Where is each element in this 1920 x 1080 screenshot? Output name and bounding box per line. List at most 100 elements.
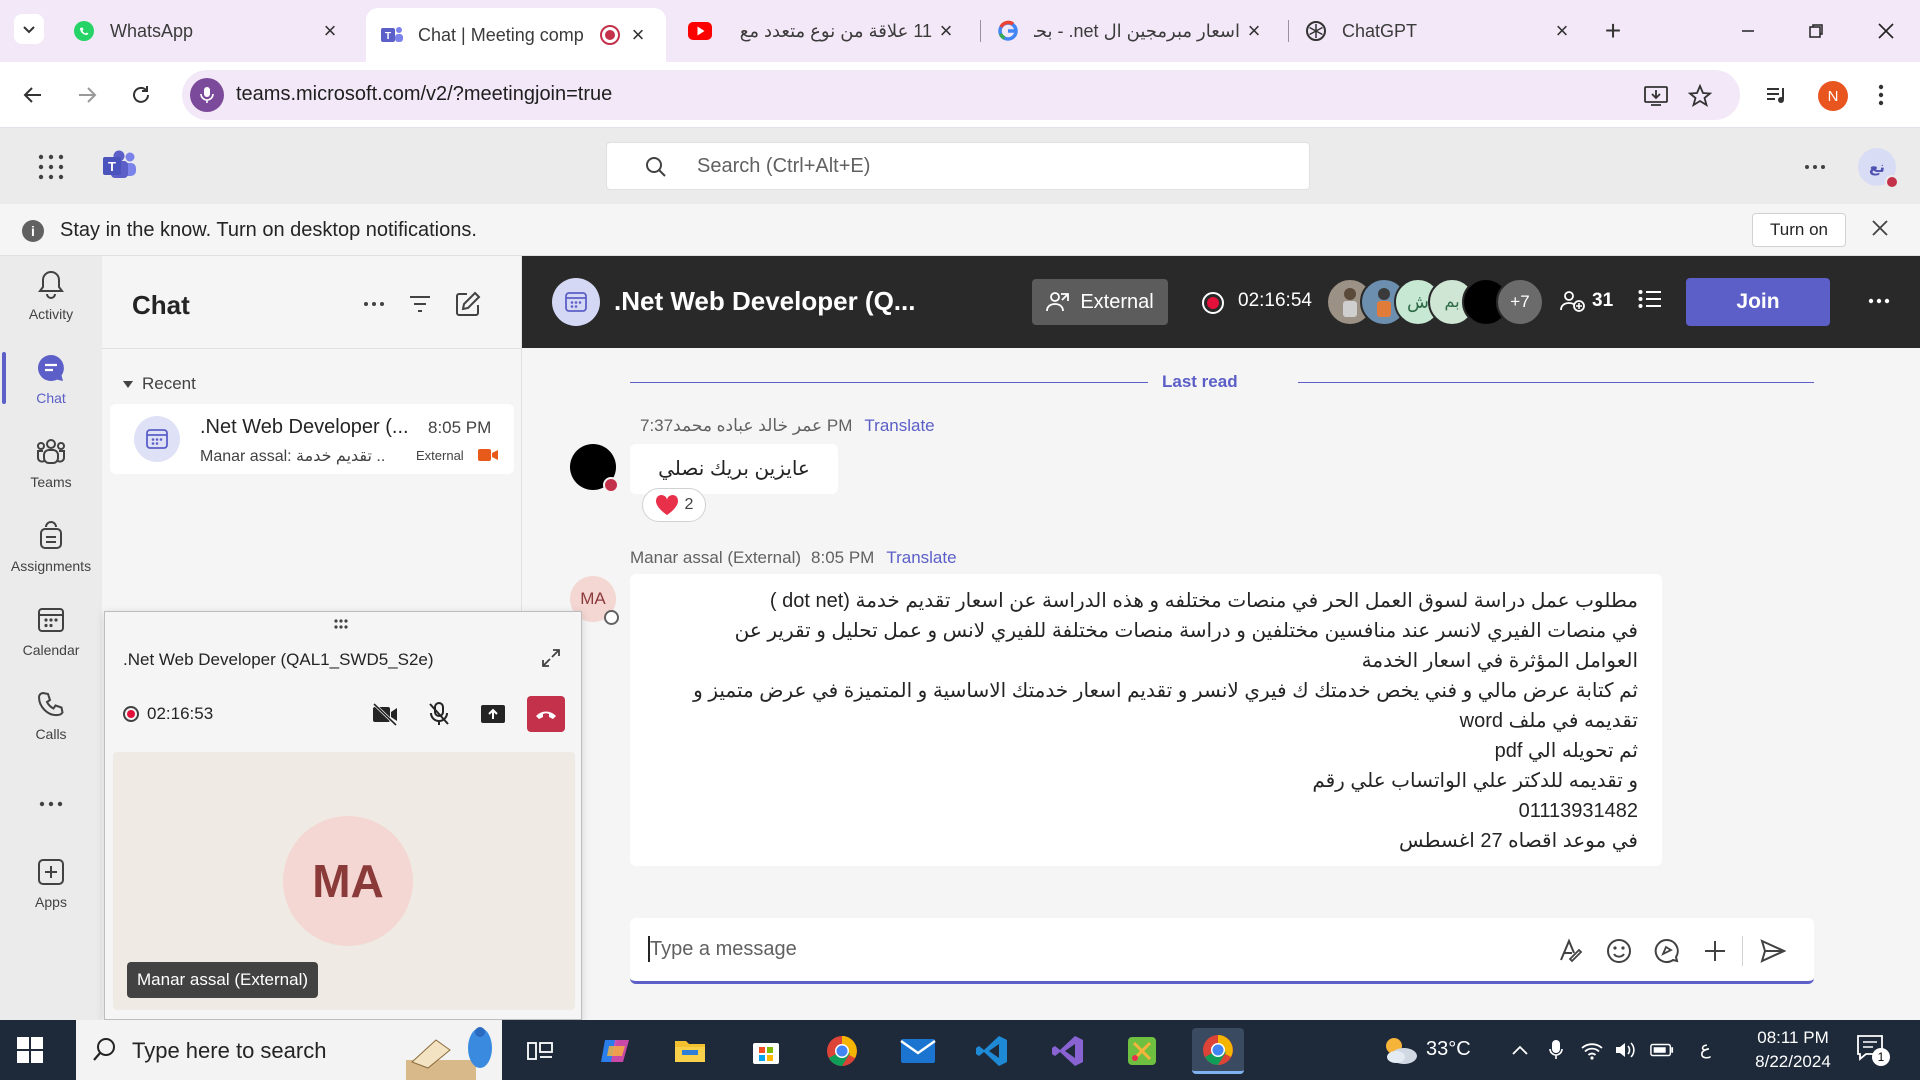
weather-icon[interactable] xyxy=(1380,1034,1420,1066)
tab-whatsapp[interactable]: WhatsApp × xyxy=(58,10,358,52)
loop-button[interactable] xyxy=(1652,936,1682,966)
notification-count-badge: 1 xyxy=(1872,1048,1890,1066)
temperature[interactable]: 33°C xyxy=(1426,1038,1471,1061)
translate-link[interactable]: Translate xyxy=(886,548,956,567)
mic-muted-button[interactable] xyxy=(421,696,457,732)
filter-button[interactable] xyxy=(404,288,436,320)
battery-icon[interactable] xyxy=(1650,1038,1674,1062)
section-label: Recent xyxy=(142,374,196,393)
external-participants-button[interactable]: External xyxy=(1032,279,1168,325)
start-button[interactable] xyxy=(16,1036,44,1064)
restore-button[interactable] xyxy=(1796,14,1836,48)
rail-item-calendar[interactable]: Calendar xyxy=(0,592,102,668)
taskbar-chrome-active[interactable] xyxy=(1192,1028,1244,1074)
attach-button[interactable] xyxy=(1700,936,1730,966)
chat-more-options-button[interactable] xyxy=(358,288,390,320)
drag-handle-icon[interactable] xyxy=(333,618,349,630)
taskbar-file-explorer[interactable] xyxy=(664,1028,716,1074)
taskbar-copilot[interactable] xyxy=(590,1028,642,1074)
close-tab-icon[interactable]: × xyxy=(316,17,344,45)
rail-item-calls[interactable]: Calls xyxy=(0,676,102,752)
horizontal-dots-icon xyxy=(1805,165,1825,169)
emoji-button[interactable] xyxy=(1604,936,1634,966)
close-tab-icon[interactable]: × xyxy=(1548,17,1576,45)
close-tab-icon[interactable]: × xyxy=(932,17,960,45)
camera-off-button[interactable] xyxy=(367,696,403,732)
sender-avatar[interactable] xyxy=(570,444,619,493)
join-button[interactable]: Join xyxy=(1686,278,1830,326)
tab-search-button[interactable] xyxy=(14,14,44,44)
search-input[interactable]: Search (Ctrl+Alt+E) xyxy=(606,142,1310,190)
minimize-button[interactable] xyxy=(1728,14,1768,48)
taskbar-visual-studio[interactable] xyxy=(1042,1028,1094,1074)
meeting-title[interactable]: .Net Web Developer (Q... xyxy=(614,286,915,317)
recent-section-header[interactable]: Recent xyxy=(122,374,196,394)
plus-icon xyxy=(1705,941,1725,961)
chat-list-item[interactable]: .Net Web Developer (... 8:05 PM Manar as… xyxy=(110,404,514,474)
expand-call-button[interactable] xyxy=(541,648,561,668)
taskbar-mail[interactable] xyxy=(892,1028,944,1074)
teams-header: T Search (Ctrl+Alt+E) نع xyxy=(0,128,1920,204)
browser-menu-button[interactable] xyxy=(1864,78,1898,112)
message-bubble[interactable]: عايزين بريك نصلي xyxy=(630,444,838,494)
rail-item-teams[interactable]: Teams xyxy=(0,424,102,500)
tray-microphone-icon[interactable] xyxy=(1544,1038,1568,1062)
meeting-more-options-button[interactable] xyxy=(1868,284,1890,318)
more-participants-badge[interactable]: +7 xyxy=(1496,278,1544,326)
compose-box[interactable]: Type a message xyxy=(630,918,1814,984)
microphone-icon[interactable] xyxy=(190,78,224,112)
translate-link[interactable]: Translate xyxy=(864,416,934,435)
emoji-icon xyxy=(1607,939,1631,963)
input-language-indicator[interactable]: ع xyxy=(1700,1038,1711,1059)
format-button[interactable] xyxy=(1556,936,1586,966)
tab-google-search[interactable]: اسعار مبرمجين ال net. - بحث × xyxy=(982,10,1282,52)
forward-button[interactable] xyxy=(70,78,104,112)
hang-up-button[interactable] xyxy=(527,696,565,732)
browser-profile-avatar[interactable]: N xyxy=(1818,81,1848,111)
new-tab-button[interactable]: + xyxy=(1598,14,1628,48)
volume-icon[interactable] xyxy=(1614,1038,1638,1062)
tab-youtube[interactable]: 11 علاقة من نوع متعدد مع × xyxy=(674,10,974,52)
message-bubble[interactable]: مطلوب عمل دراسة لسوق العمل الحر في منصات… xyxy=(630,574,1662,866)
close-tab-icon[interactable]: × xyxy=(1240,17,1268,45)
taskbar-microsoft-store[interactable] xyxy=(740,1028,792,1074)
settings-more-button[interactable] xyxy=(1804,164,1826,170)
close-window-button[interactable] xyxy=(1866,14,1906,48)
share-screen-button[interactable] xyxy=(475,696,511,732)
wifi-icon[interactable] xyxy=(1580,1038,1604,1062)
reload-button[interactable] xyxy=(124,78,158,112)
turn-on-notifications-button[interactable]: Turn on xyxy=(1752,213,1846,247)
heart-reaction[interactable]: 2 xyxy=(642,488,706,522)
media-control-button[interactable] xyxy=(1760,78,1794,112)
participant-list-button[interactable] xyxy=(1638,288,1662,310)
sender-name: Manar assal (External) xyxy=(630,548,802,567)
people-button[interactable]: 31 xyxy=(1560,290,1613,312)
taskbar-chrome[interactable] xyxy=(816,1028,868,1074)
call-mini-window[interactable]: .Net Web Developer (QAL1_SWD5_S2e) 02:16… xyxy=(104,611,582,1020)
task-view-button[interactable] xyxy=(514,1028,566,1074)
rail-more-apps[interactable] xyxy=(0,770,102,846)
send-button[interactable] xyxy=(1758,936,1788,966)
notification-center-button[interactable]: 1 xyxy=(1856,1034,1890,1066)
tab-teams-chat[interactable]: T Chat | Meeting comp × xyxy=(366,8,666,62)
user-avatar[interactable]: نع xyxy=(1858,148,1899,189)
close-tab-icon[interactable]: × xyxy=(624,21,652,49)
app-launcher-button[interactable] xyxy=(38,154,64,180)
rail-item-activity[interactable]: Activity xyxy=(0,256,102,332)
loop-component-icon xyxy=(1654,938,1679,963)
install-app-icon[interactable] xyxy=(1642,82,1670,110)
rail-item-apps[interactable]: Apps xyxy=(0,844,102,920)
back-button[interactable] xyxy=(16,78,50,112)
rail-item-assignments[interactable]: Assignments xyxy=(0,508,102,584)
taskbar-snipping-tool[interactable] xyxy=(1116,1028,1168,1074)
rail-item-chat[interactable]: Chat xyxy=(0,340,102,416)
clock[interactable]: 08:11 PM 8/22/2024 xyxy=(1746,1026,1840,1074)
dismiss-banner-button[interactable] xyxy=(1870,218,1890,238)
show-hidden-icons-button[interactable] xyxy=(1508,1038,1532,1062)
address-bar[interactable]: teams.microsoft.com/v2/?meetingjoin=true xyxy=(182,70,1740,120)
taskbar-vscode[interactable] xyxy=(966,1028,1018,1074)
bookmark-star-icon[interactable] xyxy=(1686,82,1714,110)
taskbar-search-input[interactable]: Type here to search xyxy=(76,1020,502,1080)
tab-chatgpt[interactable]: ChatGPT × xyxy=(1290,10,1590,52)
new-chat-button[interactable] xyxy=(452,288,484,320)
